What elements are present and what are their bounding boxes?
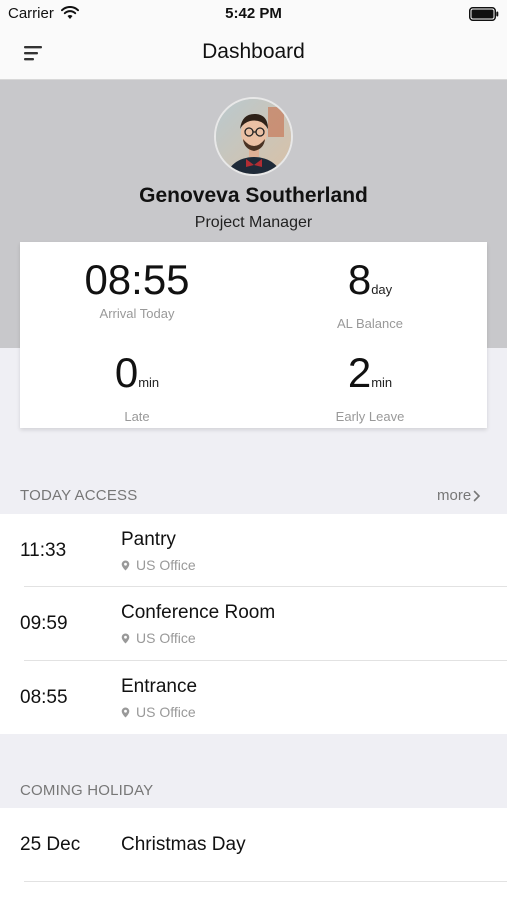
stat-early-value: 2 <box>347 349 372 396</box>
today-access-header: TODAY ACCESS <box>20 487 138 504</box>
stat-arrival-today: 08:55 Arrival Today <box>37 256 237 321</box>
navigation-bar: Dashboard <box>0 28 507 80</box>
access-location-label: US Office <box>136 630 196 646</box>
holiday-date: 25 Dec <box>20 834 81 855</box>
more-label: more <box>437 487 472 504</box>
avatar <box>214 97 293 176</box>
stat-late-label: Late <box>124 409 150 424</box>
access-row[interactable]: 08:55 Entrance US Office <box>0 661 507 734</box>
access-location: US Office <box>121 704 196 720</box>
access-row[interactable]: 09:59 Conference Room US Office <box>0 587 507 660</box>
more-link[interactable]: more <box>437 487 481 504</box>
holiday-title: Christmas Day <box>121 834 246 855</box>
stat-al-value: 8 <box>347 256 372 303</box>
location-pin-icon <box>121 560 130 570</box>
stat-early-unit: min <box>371 375 393 390</box>
page-title: Dashboard <box>202 40 305 63</box>
stat-early-leave: 2min Early Leave <box>270 349 470 424</box>
access-location-label: US Office <box>136 704 196 720</box>
stat-al-balance: 8day AL Balance <box>270 256 470 331</box>
access-location: US Office <box>121 630 196 646</box>
stat-al-label: AL Balance <box>336 316 403 331</box>
access-title: Pantry <box>121 529 176 550</box>
access-location: US Office <box>121 557 196 573</box>
access-row[interactable]: 11:33 Pantry US Office <box>0 514 507 587</box>
holiday-row[interactable]: 25 Dec Christmas Day <box>0 808 507 881</box>
stat-late-value: 0 <box>114 349 139 396</box>
status-time: 5:42 PM <box>225 5 282 22</box>
access-time: 09:59 <box>20 613 68 634</box>
stat-al-unit: day <box>371 282 393 297</box>
stat-arrival-label: Arrival Today <box>99 306 175 321</box>
access-time: 08:55 <box>20 687 68 708</box>
today-access-list: 11:33 Pantry US Office 09:59 Conference … <box>0 514 507 734</box>
status-bar: Carrier 5:42 PM <box>0 0 507 28</box>
battery-icon <box>469 7 499 21</box>
chevron-right-icon <box>473 490 481 501</box>
holiday-list: 25 Dec Christmas Day <box>0 808 507 900</box>
coming-holiday-header: COMING HOLIDAY <box>20 782 154 799</box>
stat-late-unit: min <box>138 375 160 390</box>
access-location-label: US Office <box>136 557 196 573</box>
stat-early-label: Early Leave <box>335 409 405 424</box>
profile-role: Project Manager <box>194 214 313 231</box>
stat-late: 0min Late <box>37 349 237 424</box>
divider <box>24 881 507 882</box>
access-time: 11:33 <box>20 540 67 561</box>
avatar-image <box>216 99 291 174</box>
access-title: Conference Room <box>121 602 276 623</box>
profile-name: Genoveva Southerland <box>139 184 368 207</box>
stat-arrival-value: 08:55 <box>84 256 190 303</box>
location-pin-icon <box>121 633 130 643</box>
access-title: Entrance <box>121 676 198 697</box>
location-pin-icon <box>121 707 130 717</box>
stats-card: 08:55 Arrival Today 8day AL Balance 0min… <box>20 242 487 428</box>
